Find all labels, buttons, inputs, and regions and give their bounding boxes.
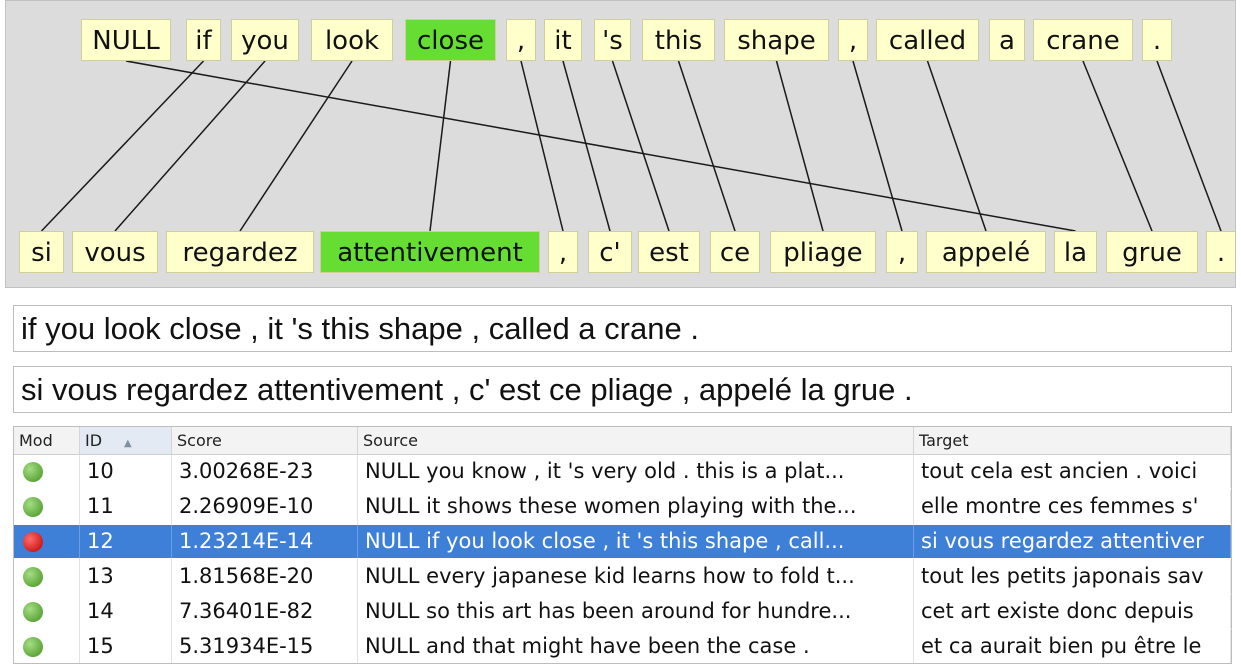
table-row[interactable]: 13 1.81568E-20 NULL every japanese kid lea… — [14, 560, 1231, 593]
target-token[interactable]: vous — [72, 231, 158, 273]
status-green-icon — [23, 637, 43, 657]
score-cell: 7.36401E-82 — [172, 595, 358, 628]
source-cell: NULL every japanese kid learns how to fo… — [358, 560, 914, 593]
source-token[interactable]: it — [544, 19, 582, 61]
source-token[interactable]: if — [186, 19, 221, 61]
target-sentence-field[interactable]: si vous regardez attentivement , c' est … — [13, 366, 1232, 413]
id-cell: 12 — [80, 525, 172, 558]
target-token[interactable]: est — [638, 231, 700, 273]
alignment-link — [114, 60, 266, 232]
status-green-icon — [23, 602, 43, 622]
source-token[interactable]: a — [989, 19, 1025, 61]
score-cell: 2.26909E-10 — [172, 490, 358, 523]
alignment-link — [520, 60, 564, 232]
mod-cell — [14, 455, 80, 488]
source-token[interactable]: shape — [724, 19, 829, 61]
source-cell: NULL it shows these women playing with t… — [358, 490, 914, 523]
id-cell: 14 — [80, 595, 172, 628]
target-token[interactable]: ce — [710, 231, 760, 273]
sentence-table: Mod ID ▲ Score Source Target 10 3.00268E-2… — [13, 426, 1232, 664]
mod-cell — [14, 525, 80, 558]
column-header-id[interactable]: ID ▲ — [80, 427, 172, 455]
source-token[interactable]: look — [311, 19, 393, 61]
score-cell: 5.31934E-15 — [172, 630, 358, 663]
target-cell: tout les petits japonais sav — [914, 560, 1231, 593]
table-row[interactable]: 12 1.23214E-14 NULL if you look close , it… — [14, 525, 1231, 558]
table-row[interactable]: 15 5.31934E-15 NULL and that might have be… — [14, 630, 1231, 663]
mod-cell — [14, 595, 80, 628]
source-cell: NULL so this art has been around for hun… — [358, 595, 914, 628]
source-token[interactable]: called — [876, 19, 979, 61]
column-header-target[interactable]: Target — [914, 427, 1231, 455]
source-token[interactable]: , — [838, 19, 868, 61]
alignment-link — [40, 60, 205, 232]
id-cell: 15 — [80, 630, 172, 663]
id-cell: 11 — [80, 490, 172, 523]
status-green-icon — [23, 462, 43, 482]
source-cell: NULL and that might have been the case . — [358, 630, 914, 663]
target-cell: tout cela est ancien . voici — [914, 455, 1231, 488]
mod-cell — [14, 490, 80, 523]
source-token[interactable]: . — [1142, 19, 1172, 61]
table-row[interactable]: 11 2.26909E-10 NULL it shows these women p… — [14, 490, 1231, 523]
alignment-link — [429, 60, 452, 232]
target-token[interactable]: regardez — [166, 231, 314, 273]
alignment-viewer: NULL if you look close, it's this shape, called a… — [0, 0, 1241, 664]
target-cell: elle montre ces femmes s' — [914, 490, 1231, 523]
target-token[interactable]: si — [19, 231, 64, 273]
alignment-link — [239, 60, 353, 232]
alignment-link — [852, 60, 903, 232]
score-cell: 1.81568E-20 — [172, 560, 358, 593]
target-token[interactable]: c' — [588, 231, 632, 273]
column-header-score[interactable]: Score — [172, 427, 358, 455]
target-cell: cet art existe donc depuis — [914, 595, 1231, 628]
status-red-icon — [23, 532, 43, 552]
target-cell: si vous regardez attentiver — [914, 525, 1231, 558]
source-cell: NULL if you look close , it 's this shap… — [358, 525, 914, 558]
table-row[interactable]: 10 3.00268E-23 NULL you know , it 's very … — [14, 455, 1231, 488]
score-cell: 1.23214E-14 — [172, 525, 358, 558]
target-token[interactable]: pliage — [770, 231, 876, 273]
sort-ascending-icon: ▲ — [124, 438, 132, 449]
source-token[interactable]: NULL — [81, 19, 171, 61]
target-token[interactable]: attentivement — [320, 231, 540, 273]
status-green-icon — [23, 497, 43, 517]
source-token[interactable]: , — [506, 19, 536, 61]
alignment-link — [775, 60, 824, 232]
alignment-panel: NULL if you look close, it's this shape, called a… — [5, 0, 1236, 288]
target-token[interactable]: , — [548, 231, 578, 273]
alignment-link — [611, 60, 670, 232]
source-token[interactable]: close — [405, 19, 496, 61]
alignment-link — [125, 60, 1076, 232]
alignment-link — [677, 60, 736, 232]
mod-cell — [14, 630, 80, 663]
id-cell: 13 — [80, 560, 172, 593]
source-token[interactable]: you — [231, 19, 299, 61]
target-token[interactable]: grue — [1106, 231, 1198, 273]
alignment-link — [1082, 60, 1153, 232]
status-green-icon — [23, 567, 43, 587]
source-token[interactable]: crane — [1033, 19, 1133, 61]
target-token[interactable]: la — [1054, 231, 1097, 273]
target-token[interactable]: . — [1206, 231, 1235, 273]
source-token[interactable]: this — [642, 19, 715, 61]
target-token[interactable]: , — [886, 231, 918, 273]
mod-cell — [14, 560, 80, 593]
table-row[interactable]: 14 7.36401E-82 NULL so this art has been a… — [14, 595, 1231, 628]
column-header-id-label: ID — [85, 431, 103, 450]
column-header-source[interactable]: Source — [358, 427, 914, 455]
score-cell: 3.00268E-23 — [172, 455, 358, 488]
column-header-mod[interactable]: Mod — [14, 427, 80, 455]
alignment-link — [1156, 60, 1222, 232]
target-token[interactable]: appelé — [926, 231, 1046, 273]
source-sentence-field[interactable]: if you look close , it 's this shape , c… — [13, 305, 1232, 352]
source-token[interactable]: 's — [594, 19, 631, 61]
target-cell: et ca aurait bien pu être le — [914, 630, 1231, 663]
source-cell: NULL you know , it 's very old . this is… — [358, 455, 914, 488]
id-cell: 10 — [80, 455, 172, 488]
